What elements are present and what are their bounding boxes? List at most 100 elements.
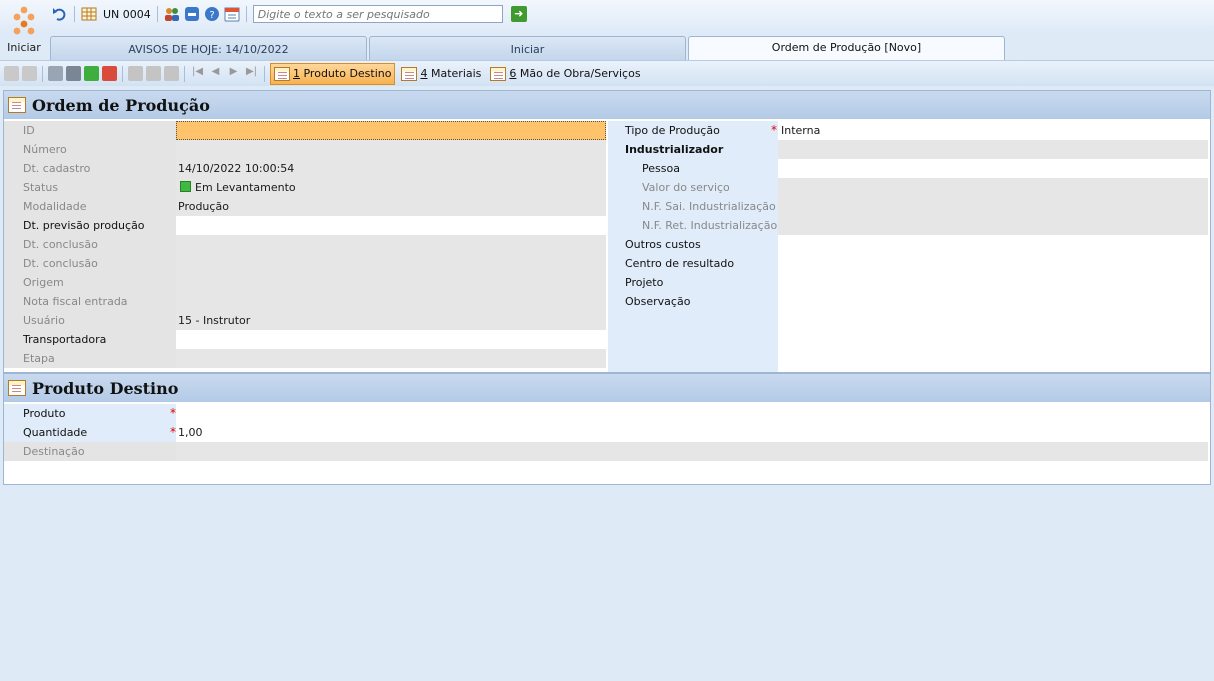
field-value-7[interactable] (176, 254, 606, 273)
field-value-5[interactable] (176, 216, 606, 235)
right-label-1: Industrializador (608, 140, 778, 159)
unit-label[interactable]: UN 0004 (103, 8, 151, 21)
nav-label: Materiais (427, 67, 482, 80)
main-toolbar: UN 0004 ? ➜ (52, 4, 527, 24)
search-go-icon[interactable]: ➜ (510, 6, 527, 22)
add-icon[interactable] (48, 66, 63, 81)
first-record-icon[interactable]: |◀ (190, 66, 205, 81)
field-label-6: Dt. conclusão levantamento (4, 235, 176, 270)
new-record-icon[interactable] (4, 66, 19, 81)
app-logo-icon[interactable] (8, 4, 40, 38)
toolbar-separator (156, 6, 158, 22)
next-record-icon[interactable]: ▶ (226, 66, 241, 81)
required-icon: * (170, 406, 176, 420)
panel-title: Ordem de Produção (32, 95, 210, 115)
last-record-icon[interactable]: ▶| (244, 66, 259, 81)
right-label-7: Centro de resultado (608, 254, 778, 273)
users-icon[interactable] (164, 6, 180, 22)
field-value-1[interactable] (176, 140, 606, 159)
help-icon[interactable]: ? (204, 6, 220, 22)
right-value-4[interactable] (778, 197, 1208, 216)
field-label-2: Dt. cadastro (4, 159, 176, 178)
nav-mao-de-obra[interactable]: 6 Mão de Obra/Serviços (487, 63, 643, 85)
svg-text:?: ? (209, 10, 214, 21)
nav-label: Mão de Obra/Serviços (516, 67, 641, 80)
toolbar-separator (264, 65, 265, 82)
field-value-3[interactable]: Em Levantamento (176, 178, 606, 197)
field-label-11: Transportadora (4, 330, 176, 349)
field-label-10: Usuário (4, 311, 176, 330)
right-label-5: N.F. Ret. Industrialização (608, 216, 778, 235)
right-value-0[interactable]: Interna (778, 121, 1208, 140)
produto-label-2: Destinação (4, 442, 176, 461)
right-value-7[interactable] (778, 254, 1208, 273)
nav-materiais[interactable]: 4 Materiais (398, 63, 484, 85)
required-icon: * (771, 123, 777, 137)
field-label-0: ID (4, 121, 176, 140)
right-value-2[interactable] (778, 159, 1208, 178)
right-value-5[interactable] (778, 216, 1208, 235)
tab-avisos[interactable]: AVISOS DE HOJE: 14/10/2022 (50, 36, 367, 60)
nav-key: 1 (293, 67, 300, 80)
search-input[interactable] (252, 5, 503, 23)
field-label-4: Modalidade (4, 197, 176, 216)
produto-label-1: Quantidade (4, 423, 176, 442)
field-value-12[interactable] (176, 349, 606, 368)
field-value-11[interactable] (176, 330, 606, 349)
toolbar-separator (184, 65, 185, 82)
table-icon (401, 66, 418, 81)
field-label-5: Dt. previsão produção (4, 216, 176, 235)
window-icon[interactable] (184, 6, 200, 22)
chart-icon[interactable] (164, 66, 179, 81)
nav-produto-destino[interactable]: 1 Produto Destino (270, 62, 396, 85)
field-value-0[interactable] (176, 121, 606, 140)
status-value: Em Levantamento (195, 181, 296, 194)
right-value-6[interactable] (778, 235, 1208, 254)
toolbar-separator (122, 65, 123, 82)
panel-header: Ordem de Produção (4, 91, 1210, 119)
field-value-10[interactable]: 15 - Instrutor (176, 311, 606, 330)
cancel-icon[interactable] (102, 66, 117, 81)
panel-title: Produto Destino (32, 378, 179, 398)
undo-icon[interactable] (52, 6, 68, 22)
right-label-0: Tipo de Produção (608, 121, 778, 140)
produto-value-0[interactable] (176, 404, 1208, 423)
field-label-12: Etapa (4, 349, 176, 368)
right-value-8[interactable] (778, 273, 1208, 292)
field-value-8[interactable] (176, 273, 606, 292)
field-label-8: Origem (4, 273, 176, 292)
right-label-4: N.F. Sai. Industrialização (608, 197, 778, 216)
grid-icon[interactable] (81, 6, 97, 22)
toolbar-separator (245, 6, 247, 22)
required-icon: * (170, 425, 176, 439)
right-label-9: Observação (608, 292, 778, 372)
field-value-6[interactable] (176, 235, 606, 254)
panel-header: Produto Destino (4, 374, 1210, 402)
right-value-9[interactable] (778, 292, 1208, 372)
lock-icon[interactable] (22, 66, 37, 81)
tab-bar: AVISOS DE HOJE: 14/10/2022 Iniciar Ordem… (50, 36, 1005, 60)
field-value-4[interactable]: Produção (176, 197, 606, 216)
calendar-icon[interactable] (224, 6, 240, 22)
produto-value-2[interactable] (176, 442, 1208, 461)
right-value-3[interactable] (778, 178, 1208, 197)
field-value-9[interactable] (176, 292, 606, 311)
produto-value-1[interactable]: 1,00 (176, 423, 1208, 442)
preview-icon[interactable] (146, 66, 161, 81)
field-value-2[interactable]: 14/10/2022 10:00:54 (176, 159, 606, 178)
iniciar-button[interactable]: Iniciar (0, 41, 48, 54)
prev-record-icon[interactable]: ◀ (208, 66, 223, 81)
refresh-icon[interactable] (128, 66, 143, 81)
right-label-8: Projeto (608, 273, 778, 292)
tab-iniciar[interactable]: Iniciar (369, 36, 686, 60)
tab-ordem-producao[interactable]: Ordem de Produção [Novo] (688, 36, 1005, 60)
confirm-icon[interactable] (84, 66, 99, 81)
right-label-3: Valor do serviço (608, 178, 778, 197)
right-value-1[interactable] (778, 140, 1208, 159)
field-label-3: Status (4, 178, 176, 197)
nav-label: Produto Destino (300, 67, 392, 80)
remove-icon[interactable] (66, 66, 81, 81)
status-green-icon (180, 181, 191, 192)
field-label-1: Número (4, 140, 176, 159)
table-icon (8, 380, 26, 396)
